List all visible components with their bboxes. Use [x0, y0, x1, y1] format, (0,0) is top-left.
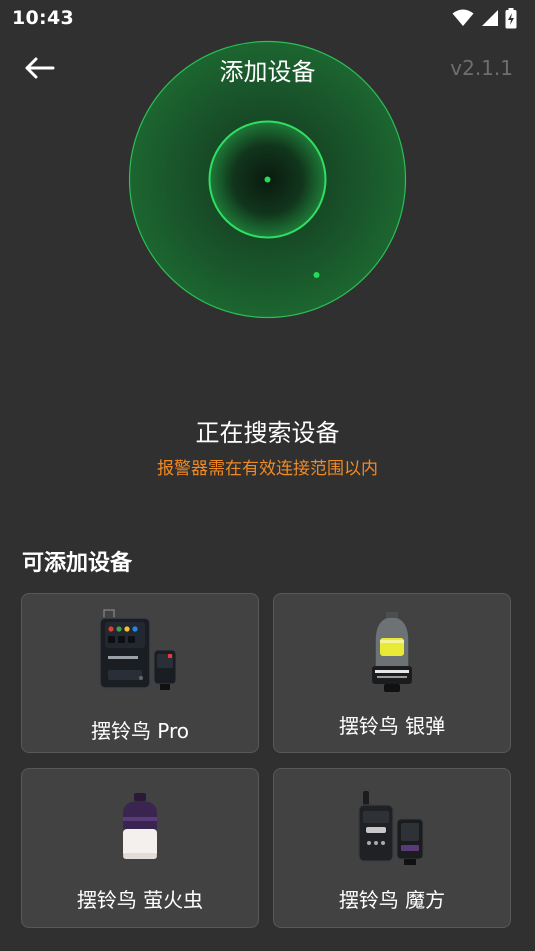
device-cube-image: [274, 789, 510, 869]
device-card-cube[interactable]: 摆铃鸟 魔方: [273, 768, 511, 928]
available-devices-title: 可添加设备: [22, 551, 133, 576]
wifi-icon: [452, 9, 474, 27]
device-label: 摆铃鸟 魔方: [338, 888, 446, 912]
searching-status: 正在搜索设备: [195, 419, 340, 447]
status-bar: 10:43: [0, 0, 535, 36]
add-device-screen: 10:43 添加设备 v2.1.1 正在搜索设备 报警器需在有效连接范围以内 可…: [0, 0, 535, 951]
device-label: 摆铃鸟 Pro: [90, 719, 190, 743]
device-card-silver-bullet[interactable]: 摆铃鸟 银弹: [273, 593, 511, 753]
device-pro-image: [22, 608, 258, 692]
app-version: v2.1.1: [450, 56, 513, 80]
device-label: 摆铃鸟 银弹: [338, 714, 446, 738]
radar-center-dot: [264, 176, 271, 183]
device-silver-bullet-image: [274, 610, 510, 694]
device-card-pro[interactable]: 摆铃鸟 Pro: [21, 593, 259, 753]
status-icons: [452, 7, 517, 29]
device-label: 摆铃鸟 萤火虫: [76, 888, 204, 912]
battery-charging-icon: [505, 7, 517, 29]
cell-signal-icon: [480, 9, 499, 27]
status-time: 10:43: [12, 7, 74, 29]
device-firefly-image: [22, 791, 258, 865]
radar-blip: [313, 272, 320, 278]
device-card-firefly[interactable]: 摆铃鸟 萤火虫: [21, 768, 259, 928]
range-hint: 报警器需在有效连接范围以内: [157, 459, 378, 479]
